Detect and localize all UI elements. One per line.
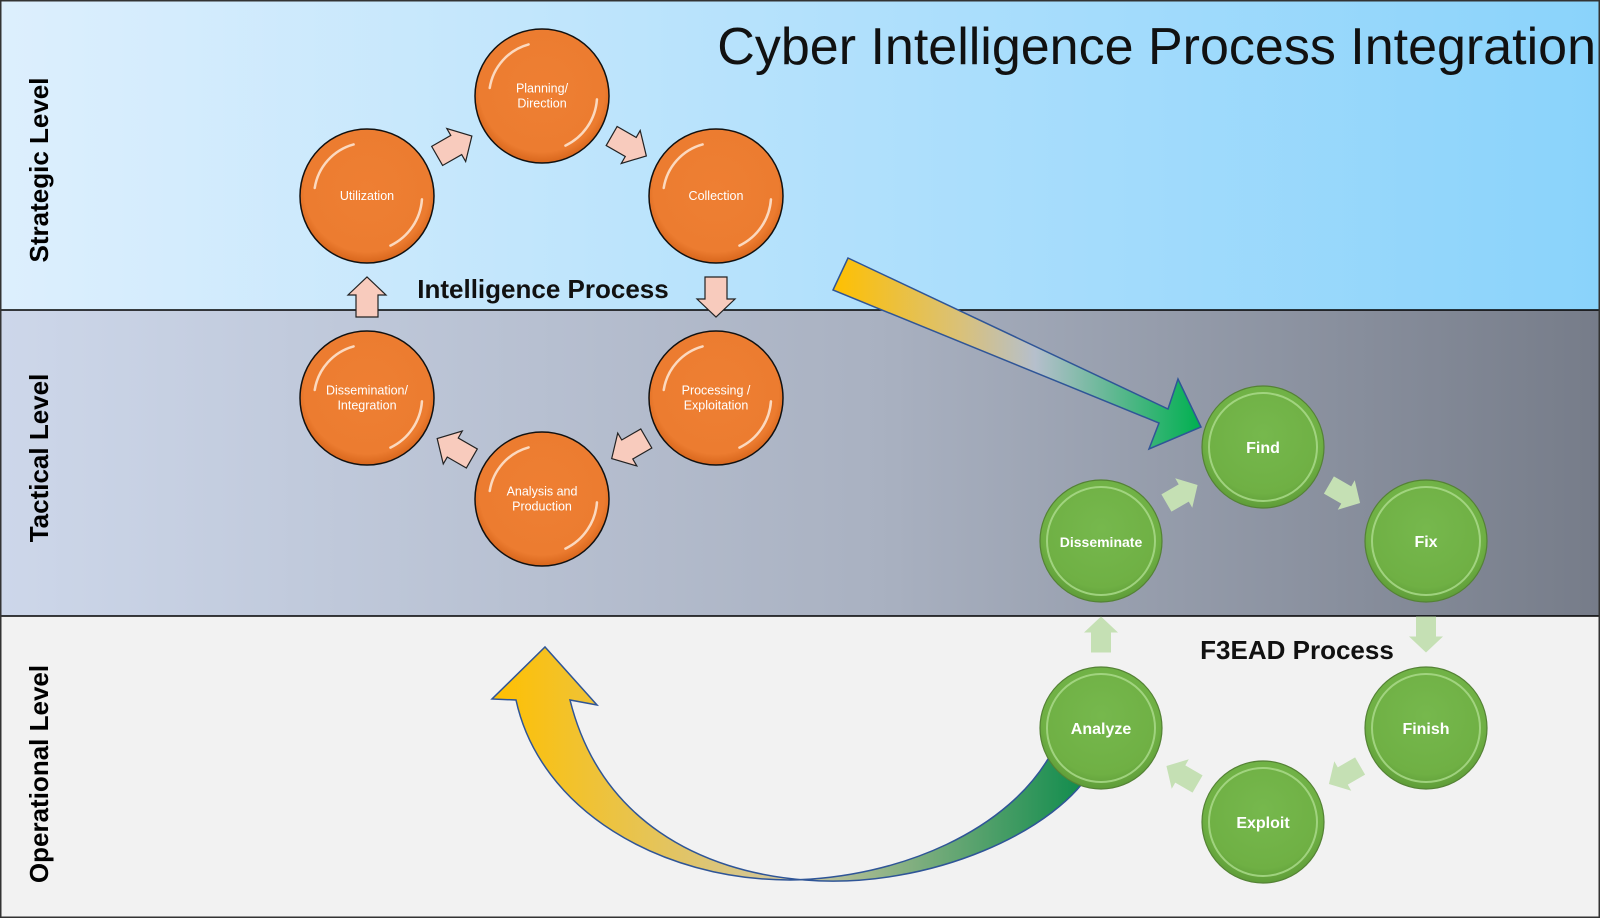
level-label-operational: Operational Level [24, 665, 54, 883]
intel-step-node: Utilization [299, 128, 435, 264]
f3ead-step-label: Fix [1414, 534, 1437, 551]
f3ead-step-label: Disseminate [1060, 534, 1143, 550]
f3ead-step-label: Find [1246, 440, 1280, 457]
f3ead-step-label: Exploit [1236, 815, 1290, 832]
level-bands [0, 0, 1600, 918]
intel-step-label: Production [512, 500, 572, 514]
level-label-strategic: Strategic Level [24, 78, 54, 263]
diagram-stage: Strategic Level Tactical Level Operation… [0, 0, 1600, 918]
intelligence-process-title: Intelligence Process [417, 274, 668, 304]
f3ead-step-label: Finish [1402, 721, 1449, 738]
intel-step-label: Analysis and [507, 485, 578, 499]
diagram-canvas: Strategic Level Tactical Level Operation… [0, 0, 1600, 918]
intel-step-node: Analysis andProduction [474, 431, 610, 567]
band-tactical [0, 310, 1600, 616]
intel-step-label: Processing / [682, 384, 751, 398]
f3ead-step-node: Analyze [1039, 666, 1163, 790]
f3ead-step-label: Analyze [1071, 721, 1132, 738]
f3ead-step-node: Fix [1364, 479, 1488, 603]
intel-step-label: Utilization [340, 189, 394, 203]
intel-step-node: Planning/Direction [474, 28, 610, 164]
f3ead-step-node: Finish [1364, 666, 1488, 790]
intel-step-label: Integration [337, 399, 396, 413]
intel-step-node: Dissemination/Integration [299, 330, 435, 466]
f3ead-step-node: Find [1201, 385, 1325, 509]
f3ead-step-node: Disseminate [1039, 479, 1163, 603]
intel-step-node: Processing /Exploitation [648, 330, 784, 466]
intel-step-label: Dissemination/ [326, 384, 409, 398]
intel-step-label: Collection [689, 189, 744, 203]
intel-step-label: Direction [517, 97, 566, 111]
f3ead-step-node: Exploit [1201, 760, 1325, 884]
intel-step-label: Exploitation [684, 399, 749, 413]
intel-step-label: Planning/ [516, 82, 569, 96]
intel-step-node: Collection [648, 128, 784, 264]
level-label-tactical: Tactical Level [24, 374, 54, 543]
page-title: Cyber Intelligence Process Integration [717, 18, 1596, 76]
f3ead-process-title: F3EAD Process [1200, 635, 1394, 665]
